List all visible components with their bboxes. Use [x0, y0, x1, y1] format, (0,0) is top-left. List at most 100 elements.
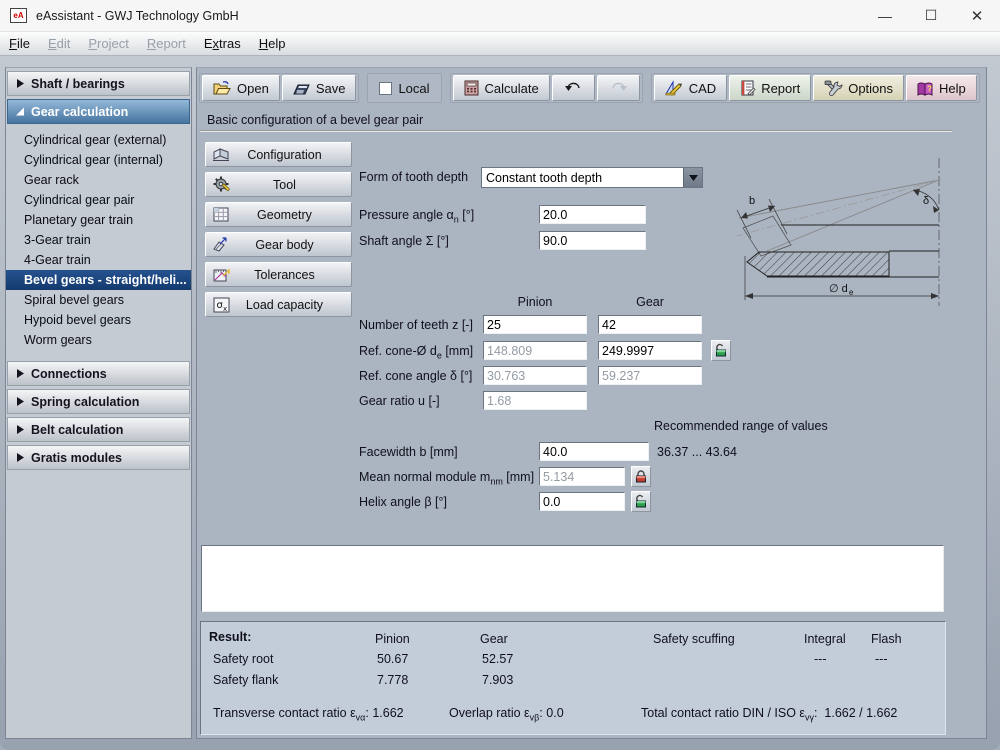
- geometry-icon: [210, 206, 232, 224]
- chevron-right-icon: [16, 79, 24, 88]
- helix-angle-lock-button[interactable]: [631, 491, 651, 512]
- gear-ratio-label: Gear ratio u [-]: [359, 394, 440, 408]
- pressure-angle-label: Pressure angle αn [°]: [359, 208, 474, 225]
- gear-body-button[interactable]: Gear body: [205, 232, 352, 257]
- cone-angle-gear-input: [598, 366, 702, 385]
- transverse-contact-ratio: Transverse contact ratio εvα: 1.662: [213, 706, 404, 723]
- configuration-button[interactable]: Configuration: [205, 142, 352, 167]
- sidebar-section-belt-calculation[interactable]: Belt calculation: [7, 417, 190, 442]
- menu-bar: File Edit Project Report Extras Help: [0, 32, 1000, 56]
- helix-angle-input[interactable]: [539, 492, 625, 511]
- maximize-button[interactable]: ☐: [908, 0, 954, 32]
- teeth-gear-input[interactable]: [598, 315, 702, 334]
- ref-cone-angle-label: Ref. cone angle δ [°]: [359, 369, 472, 383]
- section-header: Basic configuration of a bevel gear pair: [200, 110, 952, 132]
- load-capacity-icon: σx: [210, 296, 232, 314]
- help-button[interactable]: ? Help: [906, 75, 977, 101]
- safety-root-gear-value: 52.57: [482, 652, 513, 666]
- pressure-angle-input[interactable]: [539, 205, 646, 224]
- options-button[interactable]: Options: [813, 75, 904, 101]
- sidebar-item-planetary-gear-train[interactable]: Planetary gear train: [6, 210, 191, 230]
- local-checkbox[interactable]: [379, 82, 392, 95]
- cone-angle-pinion-input: [483, 366, 587, 385]
- cad-button[interactable]: CAD: [654, 75, 727, 101]
- menu-extras[interactable]: Extras: [195, 34, 250, 53]
- mean-module-input: [539, 467, 625, 486]
- facewidth-label: Facewidth b [mm]: [359, 445, 458, 459]
- calculator-icon: [464, 80, 479, 96]
- diagram-de-label: ∅ d: [829, 283, 848, 295]
- tooth-depth-select[interactable]: Constant tooth depth: [481, 167, 703, 188]
- pinion-column-header: Pinion: [483, 295, 587, 309]
- cone-diameter-lock-button[interactable]: [711, 340, 731, 361]
- sidebar-item-worm-gears[interactable]: Worm gears: [6, 330, 191, 350]
- cad-icon: [665, 80, 683, 96]
- sidebar-item-spiral-bevel-gears[interactable]: Spiral bevel gears: [6, 290, 191, 310]
- cone-diameter-pinion-input: [483, 341, 587, 360]
- minimize-button[interactable]: —: [862, 0, 908, 32]
- sidebar-item-hypoid-bevel-gears[interactable]: Hypoid bevel gears: [6, 310, 191, 330]
- teeth-label: Number of teeth z [-]: [359, 318, 473, 332]
- open-button[interactable]: Open: [202, 75, 280, 101]
- sidebar-section-spring-calculation[interactable]: Spring calculation: [7, 389, 190, 414]
- sidebar-item-bevel-gears[interactable]: Bevel gears - straight/heli...: [6, 270, 191, 290]
- sidebar-section-connections[interactable]: Connections: [7, 361, 190, 386]
- report-button[interactable]: Report: [729, 75, 811, 101]
- undo-button[interactable]: [552, 75, 595, 101]
- unlocked-icon: [715, 344, 727, 357]
- sidebar-item-3-gear-train[interactable]: 3-Gear train: [6, 230, 191, 250]
- chevron-right-icon: [16, 369, 24, 378]
- sidebar-section-shaft-bearings[interactable]: Shaft / bearings: [7, 71, 190, 96]
- menu-help[interactable]: Help: [250, 34, 295, 53]
- bevel-gear-diagram: b δ ∅ d e: [737, 148, 951, 314]
- message-box: [201, 545, 944, 612]
- application-window: eA eAssistant - GWJ Technology GmbH — ☐ …: [0, 0, 1000, 750]
- scuffing-label: Safety scuffing: [653, 632, 735, 646]
- result-gear-header: Gear: [480, 632, 508, 646]
- menu-file[interactable]: File: [0, 34, 39, 53]
- configuration-icon: [210, 146, 232, 164]
- result-panel: Result: Pinion Gear Safety scuffing Inte…: [200, 621, 946, 735]
- facewidth-input[interactable]: [539, 442, 649, 461]
- tool-button[interactable]: Tool: [205, 172, 352, 197]
- local-checkbox-field: Local: [369, 81, 439, 96]
- sidebar-section-gratis-modules[interactable]: Gratis modules: [7, 445, 190, 470]
- open-folder-icon: [213, 81, 231, 96]
- teeth-pinion-input[interactable]: [483, 315, 587, 334]
- tooth-depth-label: Form of tooth depth: [359, 170, 468, 184]
- dropdown-arrow-icon[interactable]: [683, 168, 702, 187]
- unlocked-icon: [635, 495, 647, 508]
- safety-flank-label: Safety flank: [213, 673, 278, 687]
- sidebar-item-cylindrical-gear-pair[interactable]: Cylindrical gear pair: [6, 190, 191, 210]
- chevron-right-icon: [16, 425, 24, 434]
- locked-icon: [635, 470, 647, 483]
- save-floppy-icon: [293, 81, 310, 96]
- save-button[interactable]: Save: [282, 75, 357, 101]
- menu-edit: Edit: [39, 34, 79, 53]
- sidebar-item-gear-rack[interactable]: Gear rack: [6, 170, 191, 190]
- main-panel: Open Save Local: [196, 67, 987, 739]
- calculate-button[interactable]: Calculate: [453, 75, 550, 101]
- tolerances-button[interactable]: Tolerances: [205, 262, 352, 287]
- chevron-right-icon: [16, 397, 24, 406]
- shaft-angle-input[interactable]: [539, 231, 646, 250]
- gear-ratio-input: [483, 391, 587, 410]
- title-bar: eA eAssistant - GWJ Technology GmbH — ☐ …: [0, 0, 1000, 32]
- sidebar-item-4-gear-train[interactable]: 4-Gear train: [6, 250, 191, 270]
- chevron-right-icon: [16, 453, 24, 462]
- safety-root-pinion-value: 50.67: [377, 652, 408, 666]
- gear-column-header: Gear: [598, 295, 702, 309]
- geometry-button[interactable]: Geometry: [205, 202, 352, 227]
- sidebar-item-cylindrical-gear-internal[interactable]: Cylindrical gear (internal): [6, 150, 191, 170]
- sidebar-item-cylindrical-gear-external[interactable]: Cylindrical gear (external): [6, 130, 191, 150]
- close-button[interactable]: ✕: [954, 0, 1000, 32]
- load-capacity-button[interactable]: σx Load capacity: [205, 292, 352, 317]
- sidebar-section-gear-calculation[interactable]: Gear calculation: [7, 99, 190, 124]
- cone-diameter-gear-input[interactable]: [598, 341, 702, 360]
- svg-text:x: x: [223, 305, 227, 313]
- safety-root-label: Safety root: [213, 652, 273, 666]
- app-icon: eA: [10, 8, 27, 23]
- redo-button: [597, 75, 640, 101]
- mean-module-lock-button[interactable]: [631, 466, 651, 487]
- report-icon: [740, 80, 755, 96]
